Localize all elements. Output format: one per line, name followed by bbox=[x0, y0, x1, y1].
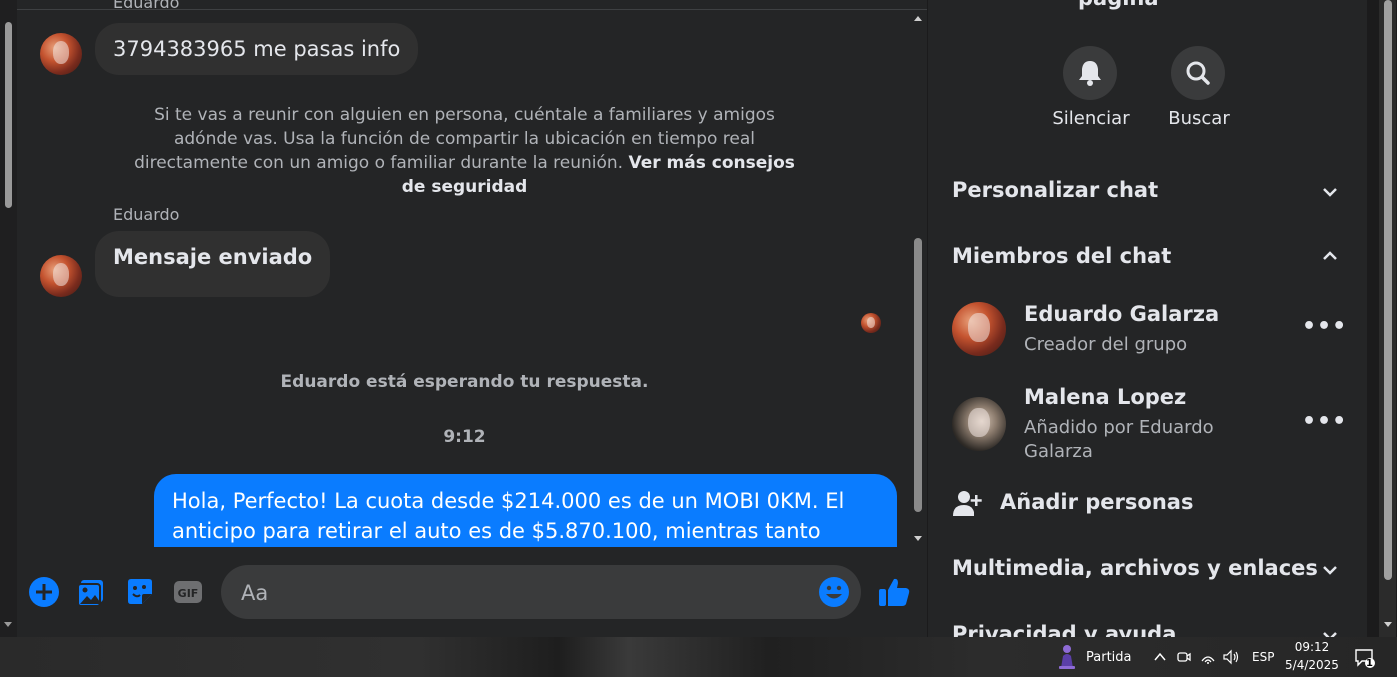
panel-scrollbar-thumb[interactable] bbox=[1384, 0, 1392, 580]
clock-time[interactable]: 09:12 bbox=[1294, 640, 1330, 654]
member-options-button[interactable]: ••• bbox=[1302, 409, 1347, 434]
panel-scrollbar[interactable] bbox=[1367, 0, 1397, 637]
member-name[interactable]: Malena Lopez bbox=[1024, 385, 1186, 409]
windows-taskbar: Partida ESP 09:12 5/4/2025 1 bbox=[0, 637, 1397, 677]
chess-piece-icon[interactable] bbox=[1055, 644, 1079, 670]
language-indicator[interactable]: ESP bbox=[1252, 650, 1274, 664]
chat-members-section[interactable]: Miembros del chat bbox=[952, 244, 1171, 268]
add-people-button[interactable]: Añadir personas bbox=[1000, 490, 1193, 514]
wifi-icon[interactable] bbox=[1200, 649, 1216, 665]
message-timestamp: 9:12 bbox=[443, 427, 486, 447]
member-role: Creador del grupo bbox=[1024, 334, 1188, 355]
message-bubble[interactable]: Mensaje enviado bbox=[95, 231, 331, 297]
thumbs-up-icon[interactable] bbox=[876, 574, 912, 610]
add-person-icon[interactable] bbox=[952, 488, 982, 518]
avatar-eduardo[interactable] bbox=[40, 255, 82, 297]
photo-gallery-icon[interactable] bbox=[76, 576, 108, 608]
search-icon bbox=[1186, 61, 1210, 85]
chevron-up-icon[interactable] bbox=[1153, 650, 1167, 664]
chevron-down-icon[interactable] bbox=[1321, 183, 1339, 201]
sender-name: Eduardo bbox=[113, 0, 180, 12]
page-scrollbar-thumb[interactable] bbox=[5, 22, 12, 208]
volume-icon[interactable] bbox=[1222, 649, 1240, 665]
gif-icon[interactable]: GIF bbox=[172, 576, 204, 608]
member-options-button[interactable]: ••• bbox=[1302, 314, 1347, 339]
waiting-response-text: Eduardo está esperando tu respuesta. bbox=[280, 372, 649, 392]
sticker-icon[interactable] bbox=[124, 576, 156, 608]
emoji-icon[interactable] bbox=[818, 576, 850, 608]
member-role: Añadido por Eduardo Galarza bbox=[1024, 417, 1214, 462]
mute-button[interactable] bbox=[1063, 46, 1117, 100]
chat-info-panel: página Silenciar Buscar Personalizar cha… bbox=[928, 0, 1367, 637]
chat-scrollbar[interactable] bbox=[910, 10, 926, 547]
avatar-eduardo[interactable] bbox=[40, 33, 82, 75]
message-input-container[interactable] bbox=[221, 565, 861, 621]
bell-icon bbox=[1079, 61, 1101, 86]
notification-count-badge: 1 bbox=[1366, 658, 1373, 669]
mute-label[interactable]: Silenciar bbox=[1036, 108, 1146, 129]
weather-label[interactable]: Partida bbox=[1086, 650, 1132, 665]
panel-top-partial: página bbox=[1078, 0, 1159, 10]
chevron-down-icon[interactable] bbox=[1321, 627, 1339, 637]
clock-date[interactable]: 5/4/2025 bbox=[1285, 658, 1339, 672]
privacy-support-section[interactable]: Privacidad y ayuda bbox=[952, 622, 1176, 637]
read-receipt-avatar bbox=[861, 313, 881, 333]
outgoing-message-bubble[interactable]: Hola, Perfecto! La cuota desde $214.000 … bbox=[154, 474, 897, 547]
page-scrollbar[interactable] bbox=[0, 0, 17, 637]
chevron-up-icon[interactable] bbox=[1321, 247, 1339, 265]
safety-notice: Si te vas a reunir con alguien en person… bbox=[127, 103, 802, 199]
message-input[interactable] bbox=[239, 565, 803, 621]
sender-name: Eduardo bbox=[113, 205, 180, 224]
message-bubble[interactable]: 3794383965 me pasas info bbox=[95, 23, 419, 75]
svg-text:GIF: GIF bbox=[178, 587, 199, 600]
add-plus-icon[interactable] bbox=[28, 576, 60, 608]
member-avatar[interactable] bbox=[952, 302, 1006, 356]
page-scroll-down-arrow[interactable] bbox=[4, 622, 12, 627]
search-label[interactable]: Buscar bbox=[1144, 108, 1254, 129]
panel-scroll-down-arrow[interactable] bbox=[1384, 622, 1392, 627]
chat-thread: Eduardo 3794383965 me pasas info Si te v… bbox=[17, 0, 927, 637]
member-avatar[interactable] bbox=[952, 397, 1006, 451]
meet-now-icon[interactable] bbox=[1176, 649, 1192, 665]
media-files-links-section[interactable]: Multimedia, archivos y enlaces bbox=[952, 556, 1318, 580]
member-name[interactable]: Eduardo Galarza bbox=[1024, 302, 1219, 326]
chat-scrollbar-thumb[interactable] bbox=[914, 238, 922, 512]
customize-chat-section[interactable]: Personalizar chat bbox=[952, 178, 1158, 202]
search-button[interactable] bbox=[1171, 46, 1225, 100]
chevron-down-icon[interactable] bbox=[1321, 561, 1339, 579]
chat-scroll-up-arrow[interactable] bbox=[914, 16, 922, 21]
chat-scroll-down-arrow[interactable] bbox=[914, 536, 922, 541]
